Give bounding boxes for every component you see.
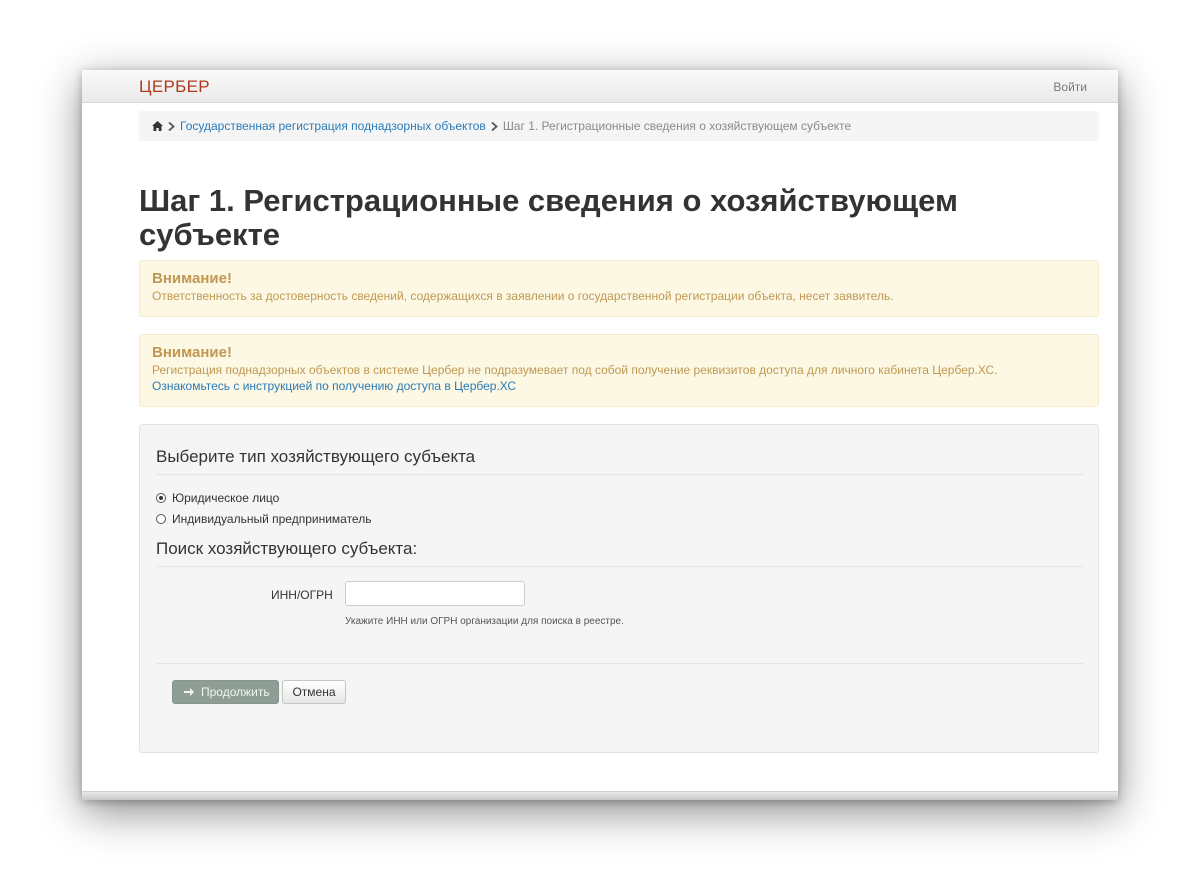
radio-individual-entrepreneur[interactable]: Индивидуальный предприниматель: [156, 512, 371, 526]
page-title: Шаг 1. Регистрационные сведения о хозяйс…: [139, 183, 958, 252]
subject-form-panel: Выберите тип хозяйствующего субъекта Юри…: [139, 424, 1099, 753]
top-navbar: ЦЕРБЕР Войти: [82, 70, 1118, 103]
cancel-button[interactable]: Отмена: [282, 680, 346, 704]
inn-ogrn-label: ИНН/ОГРН: [271, 588, 333, 602]
breadcrumb: Государственная регистрация поднадзорных…: [139, 111, 1099, 141]
arrow-right-icon: [184, 688, 194, 696]
search-legend: Поиск хозяйствующего субъекта:: [156, 539, 1084, 567]
brand-logo[interactable]: ЦЕРБЕР: [139, 77, 210, 97]
warning-alert-access: Внимание! Регистрация поднадзорных объек…: [139, 334, 1099, 407]
continue-label: Продолжить: [201, 685, 270, 699]
breadcrumb-current: Шаг 1. Регистрационные сведения о хозяйс…: [502, 119, 852, 133]
inn-ogrn-help: Укажите ИНН или ОГРН организации для пои…: [345, 616, 624, 627]
chevron-right-icon: [491, 121, 498, 131]
login-link[interactable]: Войти: [1053, 80, 1087, 94]
instruction-link[interactable]: Ознакомьтесь с инструкцией по получению …: [152, 378, 1086, 394]
continue-button[interactable]: Продолжить: [172, 680, 279, 704]
home-icon[interactable]: [152, 121, 163, 131]
alert-title: Внимание!: [152, 344, 232, 361]
alert-text: Регистрация поднадзорных объектов в сист…: [152, 363, 998, 377]
radio-legal-entity[interactable]: Юридическое лицо: [156, 491, 279, 505]
inn-ogrn-input[interactable]: [345, 581, 525, 606]
alert-text: Ответственность за достоверность сведени…: [152, 289, 894, 303]
breadcrumb-link-registration[interactable]: Государственная регистрация поднадзорных…: [180, 119, 486, 133]
radio-button-checked[interactable]: [156, 493, 166, 503]
warning-alert-responsibility: Внимание! Ответственность за достовернос…: [139, 260, 1099, 317]
browser-window: ЦЕРБЕР Войти Государственная регистрация…: [82, 70, 1118, 800]
chevron-right-icon: [168, 121, 175, 131]
form-divider: [156, 663, 1084, 664]
radio-button[interactable]: [156, 514, 166, 524]
radio-label: Индивидуальный предприниматель: [172, 512, 372, 526]
window-bottom-edge: [82, 791, 1118, 800]
subject-type-legend: Выберите тип хозяйствующего субъекта: [156, 447, 1084, 475]
alert-title: Внимание!: [152, 270, 232, 287]
radio-label: Юридическое лицо: [172, 491, 280, 505]
